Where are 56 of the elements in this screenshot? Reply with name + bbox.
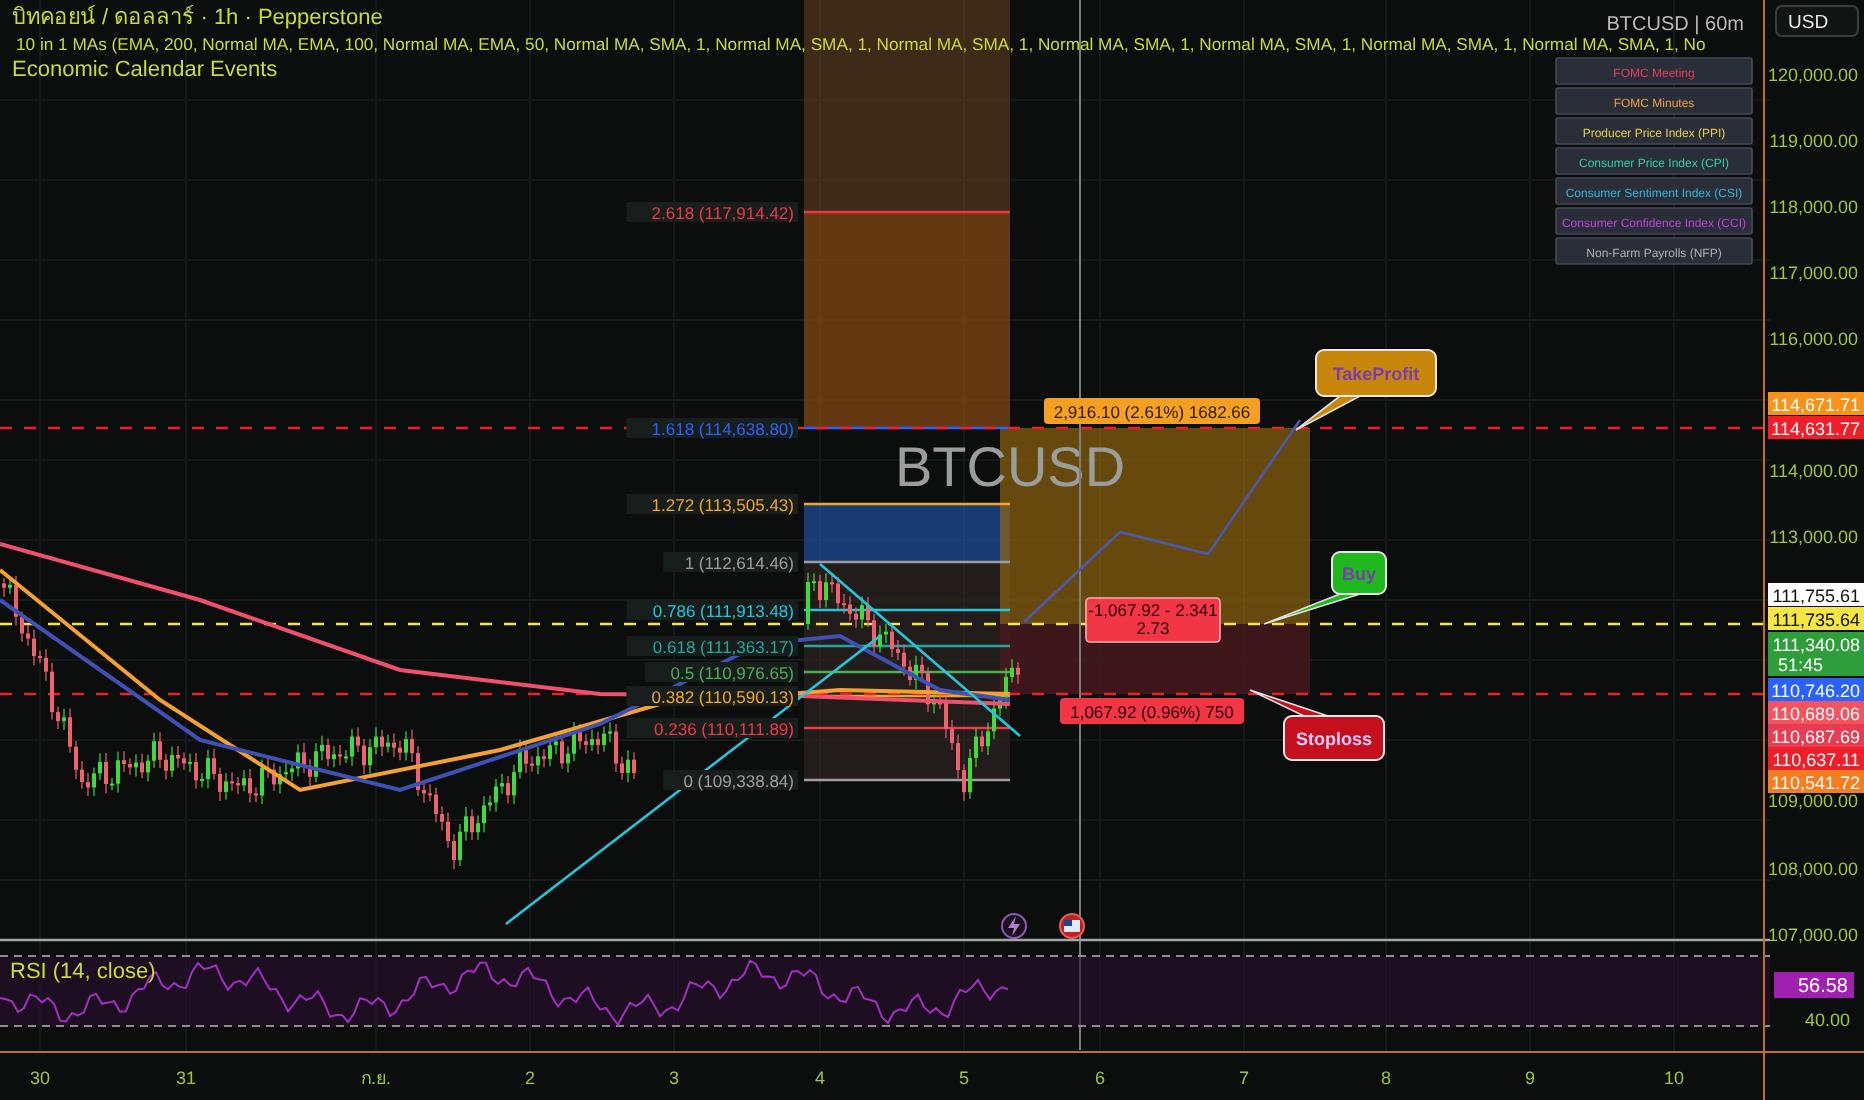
fib-level-label: 0.236 (110,111.89) (626, 718, 798, 739)
rsi-label: RSI (14, close) (10, 960, 156, 984)
callout: Buy (1263, 551, 1387, 625)
time-axis-label: 3 (669, 1068, 679, 1088)
price-axis-label: 114,000.00 (1769, 461, 1858, 481)
symbol-label: BTCUSD | 60m (1606, 14, 1744, 36)
events-line: Economic Calendar Events (12, 58, 278, 82)
time-axis-label: 31 (176, 1068, 196, 1088)
fib-level-label: 0.382 (110,590.13) (626, 686, 798, 707)
time-axis-label: 2 (525, 1068, 535, 1088)
price-axis-label: 118,000.00 (1769, 197, 1858, 217)
fib-level-label: 1.272 (113,505.43) (626, 494, 798, 515)
price-axis-label: 113,000.00 (1769, 527, 1858, 547)
fib-level-label: 0.786 (111,913.48) (626, 600, 798, 621)
fib-level-label: 0.618 (111,363.17) (626, 636, 798, 657)
price-axis-label: 119,000.00 (1769, 131, 1858, 151)
fib-level-label: 0.5 (110,976.65) (644, 662, 798, 683)
price-tag: 111,755.61 (1768, 583, 1864, 606)
fib-level-label: 1 (112,614.46) (663, 552, 798, 573)
symbol-line: บิทคอยน์ / ดอลลาร์ · 1h · Pepperstone (12, 6, 383, 30)
callout: Stoploss (1249, 689, 1385, 761)
fib-level-label: 1.618 (114,638.80) (626, 418, 798, 439)
time-axis-label: 10 (1664, 1068, 1684, 1088)
rsi-value-tag: 56.58 (1774, 972, 1854, 998)
target-label: 2,916.10 (2.61%) 1682.66 (1044, 398, 1260, 424)
price-tag: 114,671.71 (1768, 392, 1864, 415)
price-tag: 111,340.08 51:45 (1768, 632, 1864, 676)
price-axis-label: 109,000.00 (1767, 791, 1858, 811)
fib-level-label: 2.618 (117,914.42) (626, 202, 798, 223)
currency-button[interactable]: USD (1775, 5, 1859, 37)
stop-label: 1,067.92 (0.96%) 750 (1060, 698, 1244, 724)
price-axis-label: 108,000.00 (1767, 859, 1858, 879)
callout: TakeProfit (1295, 349, 1437, 431)
time-axis-label: 9 (1525, 1068, 1535, 1088)
price-axis-label: 107,000.00 (1767, 925, 1858, 945)
price-tag: 110,637.11 (1768, 747, 1864, 770)
indicator-line: 10 in 1 MAs (EMA, 200, Normal MA, EMA, 100, Normal MA, EMA, 50, Normal MA, SMA, 1, Normal MA, SMA, 1, Normal MA, SMA, 1, Normal MA, SMA, 1, Normal MA, SMA, 1, Normal MA, SMA, 1, Normal MA, SMA, 1, No (16, 34, 1706, 54)
time-axis-label: ก.ย. (361, 1068, 391, 1088)
time-axis-label: 4 (815, 1068, 825, 1088)
time-axis-label: 8 (1381, 1068, 1391, 1088)
price-tag: 110,746.20 (1768, 678, 1864, 701)
price-axis-label: 117,000.00 (1769, 263, 1858, 283)
time-axis-label: 5 (959, 1068, 969, 1088)
rsi-axis-label: 40.00 (1804, 1010, 1850, 1030)
price-axis-label: 120,000.00 (1767, 65, 1858, 85)
price-tag: 110,687.69 (1768, 724, 1864, 747)
price-tag: 111,735.64 (1768, 607, 1864, 630)
price-tag: 114,631.77 (1768, 416, 1864, 439)
entry-label: -1,067.92 - 2.341 2.73 (1085, 597, 1221, 643)
time-axis-label: 7 (1239, 1068, 1249, 1088)
time-axis-label: 6 (1095, 1068, 1105, 1088)
time-axis-label: 30 (30, 1068, 50, 1088)
price-tag: 110,689.06 (1768, 701, 1864, 724)
price-axis-label: 116,000.00 (1769, 329, 1858, 349)
price-tag: 110,541.72 (1768, 770, 1864, 793)
fib-level-label: 0 (109,338.84) (663, 770, 798, 791)
